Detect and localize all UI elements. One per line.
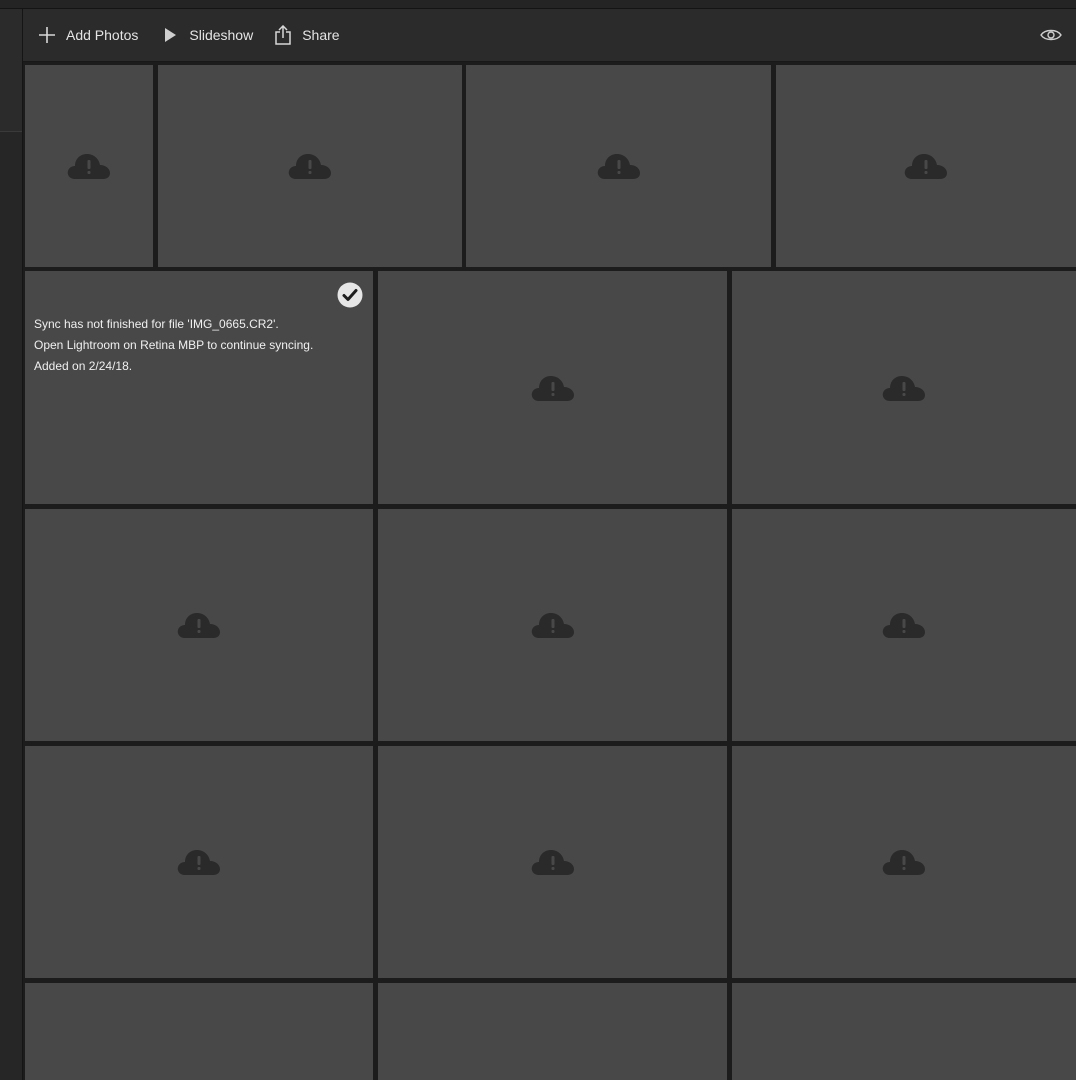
add-photos-label: Add Photos xyxy=(66,27,139,43)
photo-tile[interactable] xyxy=(378,509,727,741)
checkmark-icon[interactable] xyxy=(337,282,363,308)
view-toggle-button[interactable] xyxy=(1040,25,1062,45)
cloud-alert-icon xyxy=(904,154,947,179)
slideshow-button[interactable]: Slideshow xyxy=(160,9,253,61)
left-panel xyxy=(0,9,23,1080)
photo-tile[interactable] xyxy=(732,746,1076,978)
play-icon xyxy=(160,25,180,45)
lightroom-app: Add Photos Slideshow Share Sync has not … xyxy=(0,0,1076,1080)
share-icon xyxy=(273,25,293,45)
left-panel-section xyxy=(0,9,22,132)
photo-tile[interactable] xyxy=(25,65,153,267)
photo-tile[interactable] xyxy=(732,271,1076,504)
cloud-alert-icon xyxy=(882,375,925,401)
cloud-alert-icon xyxy=(288,154,331,179)
share-label: Share xyxy=(302,27,340,43)
photo-tile[interactable] xyxy=(378,746,727,978)
photo-tile[interactable] xyxy=(25,746,373,978)
sync-message-line: Open Lightroom on Retina MBP to continue… xyxy=(34,338,314,352)
top-strip xyxy=(0,0,1076,9)
photo-tile[interactable] xyxy=(378,983,727,1080)
sync-message-line: Sync has not finished for file 'IMG_0665… xyxy=(34,317,279,331)
photo-tile[interactable] xyxy=(378,271,727,504)
cloud-alert-icon xyxy=(67,154,110,179)
photo-tile[interactable] xyxy=(466,65,771,267)
eye-icon xyxy=(1040,29,1062,49)
cloud-alert-icon xyxy=(177,613,220,638)
photo-tile[interactable] xyxy=(25,983,373,1080)
sync-status-message: Sync has not finished for file 'IMG_0665… xyxy=(34,314,313,377)
share-button[interactable]: Share xyxy=(273,9,340,61)
cloud-alert-icon xyxy=(882,850,925,875)
photo-tile[interactable] xyxy=(158,65,462,267)
slideshow-label: Slideshow xyxy=(189,27,254,43)
toolbar: Add Photos Slideshow Share xyxy=(23,9,1076,62)
cloud-alert-icon xyxy=(531,375,574,401)
cloud-alert-icon xyxy=(177,850,220,875)
add-photos-button[interactable]: Add Photos xyxy=(37,9,138,61)
photo-tile[interactable] xyxy=(732,509,1076,741)
photo-grid: Sync has not finished for file 'IMG_0665… xyxy=(23,62,1076,1080)
photo-tile[interactable] xyxy=(732,983,1076,1080)
cloud-alert-icon xyxy=(597,154,640,179)
photo-tile[interactable] xyxy=(776,65,1076,267)
cloud-alert-icon xyxy=(882,613,925,638)
photo-tile-selected[interactable]: Sync has not finished for file 'IMG_0665… xyxy=(25,271,373,504)
added-date: Added on 2/24/18. xyxy=(34,359,133,373)
photo-tile[interactable] xyxy=(25,509,373,741)
plus-icon xyxy=(37,25,57,45)
cloud-alert-icon xyxy=(531,613,574,638)
cloud-alert-icon xyxy=(531,850,574,875)
